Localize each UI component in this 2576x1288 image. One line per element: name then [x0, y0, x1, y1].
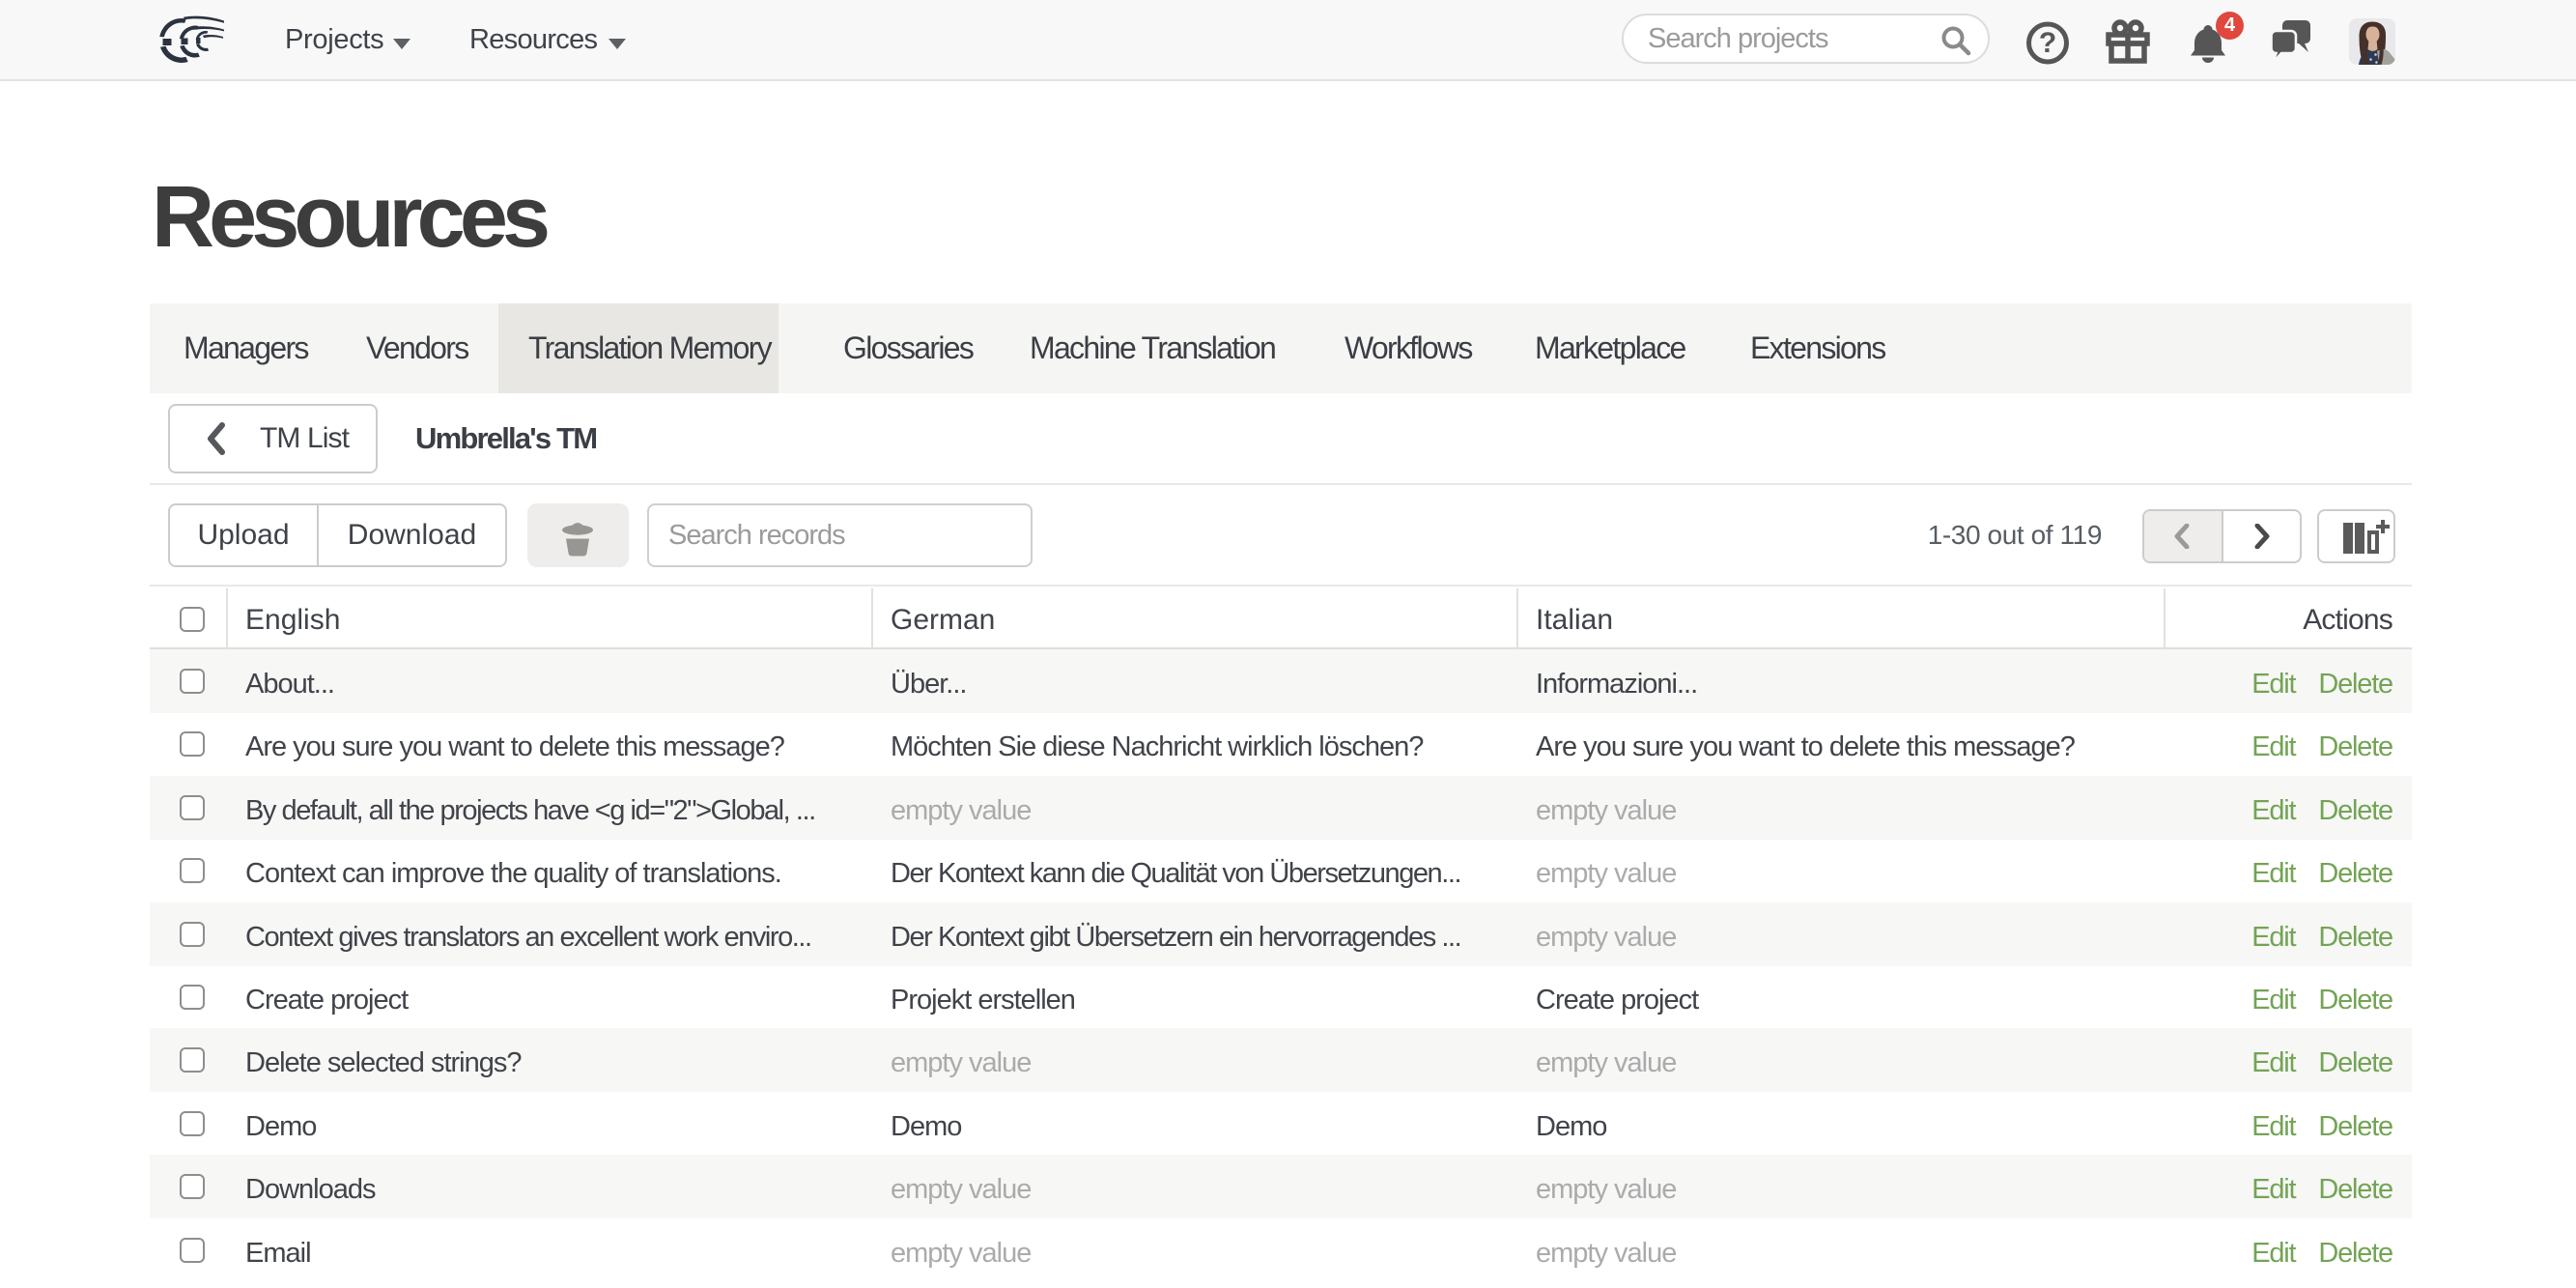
svg-text:?: ?: [2039, 27, 2056, 59]
